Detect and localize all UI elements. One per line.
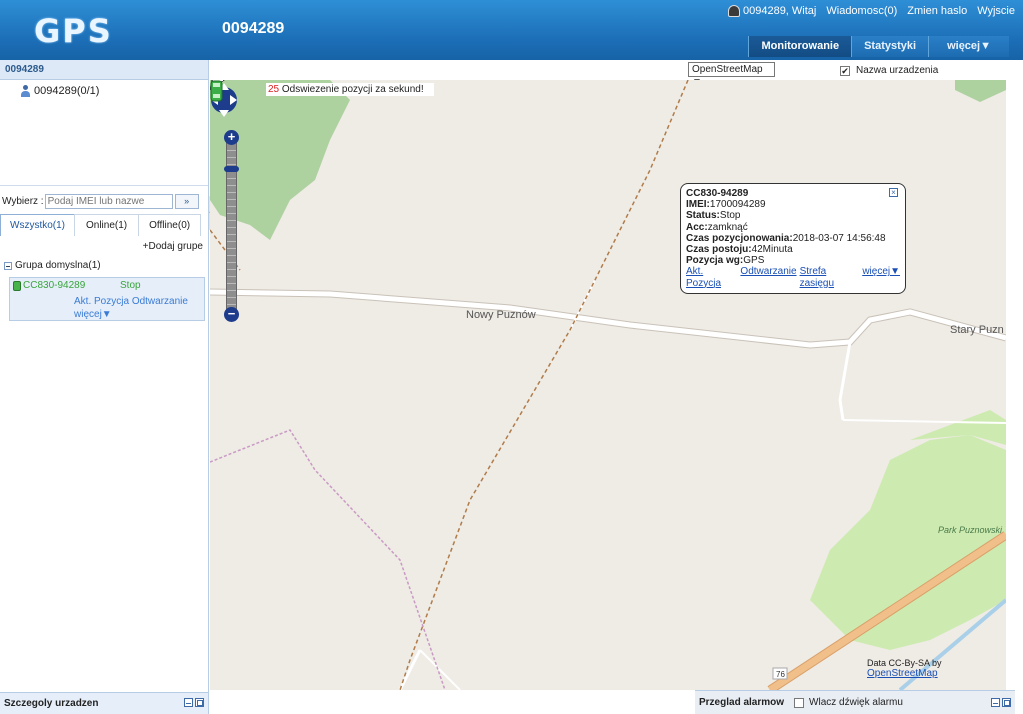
tab-more[interactable]: więcej▼ [928, 36, 1009, 57]
tab-statystyki[interactable]: Statystyki [851, 36, 929, 57]
group-name: Grupa domyslna(1) [15, 260, 101, 271]
popup-title: CC830-94289 [686, 188, 749, 199]
add-group-link[interactable]: +Dodaj grupe [143, 241, 203, 252]
device-details-footer: Szczegoly urzadzen [0, 692, 208, 714]
popup-row-stop-time: Czas postoju:42Minuta [686, 244, 793, 256]
messages-link[interactable]: Wiadomosc(0) [826, 5, 897, 17]
user-bar: 0094289, Witaj Wiadomosc(0) Zmien haslo … [727, 5, 1015, 17]
map-label-town2: Stary Puzn [950, 324, 1004, 336]
device-status: Stop [120, 280, 141, 291]
zoom-out-button[interactable]: − [224, 307, 239, 322]
device-name-row: CC830-94289 [13, 280, 85, 291]
popup-links: Akt. Pozycja Odtwarzanie Strefa zasięgu … [686, 266, 900, 288]
popup-more-link[interactable]: więcej▼ [862, 266, 900, 288]
device-more-link[interactable]: więcej▼ [74, 309, 112, 320]
zoom-control: + − [224, 130, 240, 322]
refresh-countdown: 25 Odswiezenie pozycji za sekund! [266, 83, 434, 96]
map-tiles: Nowy Puznów Stary Puzn Park Puznowski 76 [210, 80, 1006, 690]
device-details-title: Szczegoly urzadzen [4, 698, 99, 709]
alarm-title: Przeglad alarmow [699, 697, 785, 708]
show-names-label: Nazwa urzadzenia [856, 65, 939, 76]
sidebar: 0094289 0094289(0/1) Wybierz : » Wszystk… [0, 60, 209, 714]
collapse-group-icon[interactable] [4, 261, 12, 270]
app-logo: GPS [34, 12, 113, 50]
map-label-park: Park Puznowski [938, 525, 1003, 535]
map-right-edge [1006, 80, 1023, 690]
device-info-popup: × CC830-94289 IMEI:1700094289 Status:Sto… [680, 183, 906, 294]
device-title: 0094289 [222, 20, 285, 37]
popup-playback-link[interactable]: Odtwarzanie [740, 266, 796, 288]
alarm-sound-label: Wlacz dźwięk alarmu [809, 697, 903, 708]
zoom-in-button[interactable]: + [224, 130, 239, 145]
road-number-label: 76 [776, 670, 785, 679]
alarm-panel: Przeglad alarmow Wlacz dźwięk alarmu [695, 690, 1015, 714]
user-account-icon [20, 85, 31, 97]
map-attribution: Data CC-By-SA by OpenStreetMap [867, 658, 942, 679]
close-icon[interactable]: × [889, 188, 898, 197]
minimize-icon[interactable] [991, 698, 1000, 707]
select-label: Wybierz : [2, 196, 44, 207]
show-names-checkbox[interactable]: ✔ [840, 65, 850, 76]
device-search-row: Wybierz : » [2, 194, 199, 209]
popup-row-position-time: Czas pozycjonowania:2018-03-07 14:56:48 [686, 232, 886, 244]
playback-link[interactable]: Odtwarzanie [132, 296, 188, 307]
popup-row-status: Status:Stop [686, 210, 741, 222]
device-links: Akt. Pozycja Odtwarzanie więcej▼ [74, 295, 199, 321]
vehicle-icon [13, 280, 21, 291]
tab-online[interactable]: Online(1) [74, 214, 140, 236]
maximize-icon[interactable] [195, 698, 204, 707]
footer-window-buttons [184, 698, 204, 707]
tab-all[interactable]: Wszystko(1) [0, 214, 75, 236]
tree-node-label: 0094289(0/1) [34, 85, 100, 97]
map-provider-select[interactable]: OpenStreetMap ▼ [688, 62, 775, 88]
device-name[interactable]: CC830-94289 [23, 280, 85, 291]
current-position-link[interactable]: Akt. Pozycja [74, 296, 129, 307]
user-greeting: 0094289, Witaj [727, 5, 817, 17]
account-tree-node[interactable]: 0094289(0/1) [20, 85, 99, 97]
tab-offline[interactable]: Offline(0) [138, 214, 202, 236]
user-icon [727, 5, 740, 17]
maximize-icon[interactable] [1002, 698, 1011, 707]
user-greeting-text: 0094289, Witaj [742, 5, 817, 17]
minimize-icon[interactable] [184, 698, 193, 707]
device-search-input[interactable] [44, 194, 173, 209]
expand-select-button[interactable]: » [174, 194, 199, 209]
show-names-toggle[interactable]: ✔ Nazwa urzadzenia [840, 65, 938, 76]
alarm-window-buttons [991, 698, 1011, 707]
alarm-sound-checkbox[interactable] [794, 697, 805, 708]
map-canvas[interactable]: Nowy Puznów Stary Puzn Park Puznowski 76… [210, 80, 1006, 690]
change-password-link[interactable]: Zmien haslo [907, 5, 967, 17]
map-label-town1: Nowy Puznów [466, 309, 536, 321]
sidebar-divider [0, 185, 208, 186]
group-row[interactable]: Grupa domyslna(1) [4, 260, 101, 271]
account-header: 0094289 [0, 60, 208, 80]
popup-current-position-link[interactable]: Akt. Pozycja [686, 266, 737, 288]
vehicle-marker-icon[interactable] [210, 80, 223, 102]
logout-link[interactable]: Wyjscie [977, 5, 1015, 17]
zoom-level-handle[interactable] [224, 166, 239, 172]
device-list-item[interactable]: CC830-94289 Stop Akt. Pozycja Odtwarzani… [9, 277, 205, 321]
tab-monitorowanie[interactable]: Monitorowanie [748, 36, 852, 57]
popup-row-acc: Acc:zamknąć [686, 221, 748, 233]
refresh-seconds: 25 [268, 84, 280, 95]
refresh-text: Odswiezenie pozycji za sekund! [279, 84, 424, 95]
popup-row-imei: IMEI:1700094289 [686, 199, 766, 211]
popup-row-position-source: Pozycja wg:GPS [686, 255, 765, 267]
device-filter-tabs: Wszystko(1) Online(1) Offline(0) [0, 214, 202, 236]
popup-geofence-link[interactable]: Strefa zasięgu [800, 266, 860, 288]
osm-link[interactable]: OpenStreetMap [867, 668, 938, 679]
main-nav: Monitorowanie Statystyki więcej▼ [748, 36, 1009, 57]
header-bar: GPS 0094289 0094289, Witaj Wiadomosc(0) … [0, 0, 1023, 60]
